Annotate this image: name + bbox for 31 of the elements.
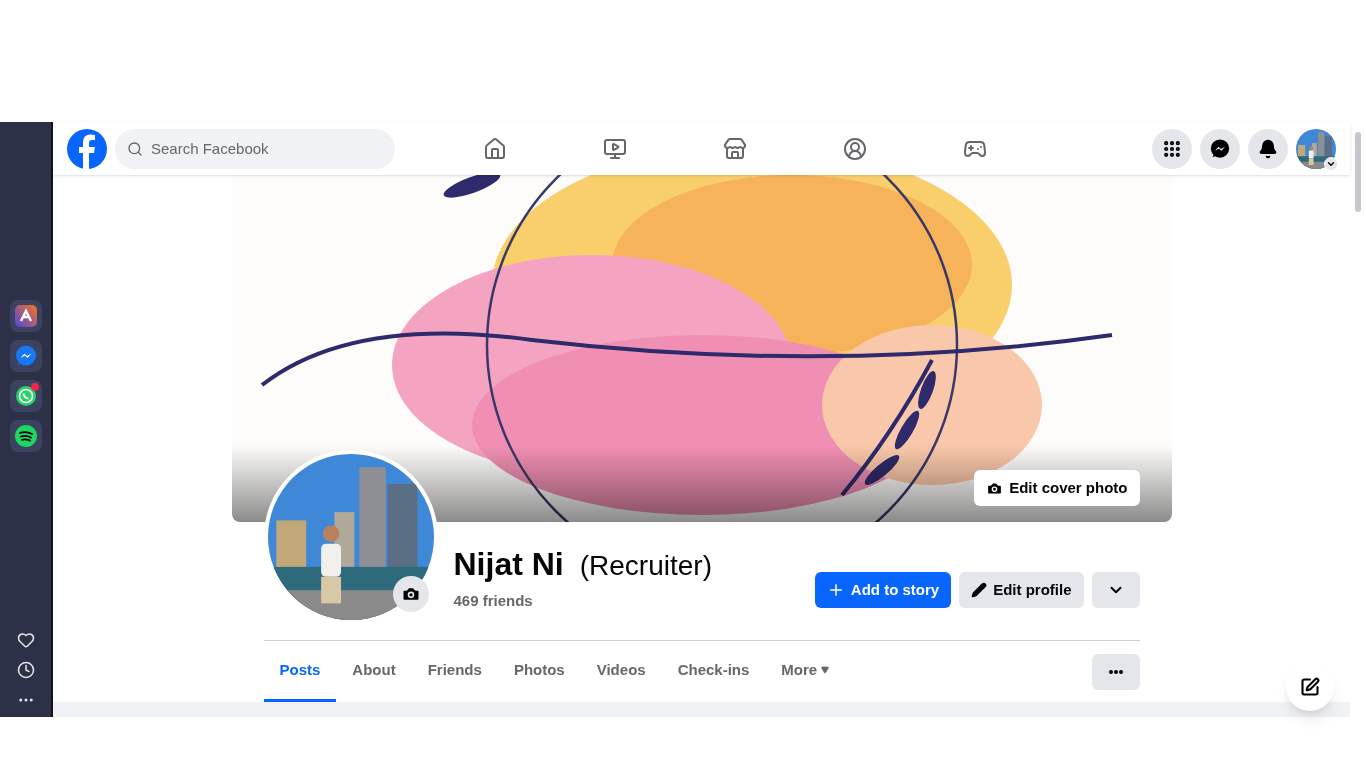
- profile-name: Nijat Ni: [453, 548, 564, 580]
- more-options-button[interactable]: [1091, 653, 1140, 690]
- profile-tab[interactable]: Check-ins: [661, 641, 766, 702]
- heart-icon[interactable]: [16, 631, 35, 649]
- profile-tab[interactable]: More: [765, 641, 846, 702]
- edit-profile-button[interactable]: Edit profile: [959, 572, 1084, 608]
- search-icon: [127, 140, 143, 157]
- account-avatar[interactable]: [1296, 128, 1336, 169]
- ellipsis-icon: [1108, 669, 1123, 674]
- app-tile[interactable]: [9, 340, 42, 372]
- messenger-button[interactable]: [1200, 128, 1240, 169]
- bell-icon: [1258, 138, 1278, 159]
- compose-icon: [1300, 677, 1320, 697]
- profile-tab[interactable]: About: [336, 641, 412, 702]
- facebook-logo[interactable]: [67, 128, 107, 169]
- profile-tab[interactable]: Posts: [263, 641, 337, 702]
- history-icon[interactable]: [16, 661, 35, 679]
- profile-role: (Recruiter): [579, 552, 712, 580]
- add-to-story-button[interactable]: Add to story: [814, 572, 952, 608]
- caret-icon: [821, 666, 830, 674]
- menu-button[interactable]: [1152, 128, 1192, 169]
- friends-count[interactable]: 469 friends: [453, 590, 712, 613]
- pencil-icon: [971, 582, 988, 598]
- search-field[interactable]: Search Facebook: [115, 128, 395, 169]
- menu-icon: [1162, 138, 1182, 159]
- notifications-button[interactable]: [1248, 128, 1288, 169]
- messenger-icon: [1209, 137, 1231, 160]
- messenger-icon: [13, 344, 38, 368]
- profile-tab[interactable]: Photos: [497, 641, 581, 702]
- profile-tab[interactable]: Friends: [411, 641, 498, 702]
- profile-tab[interactable]: Videos: [580, 641, 662, 702]
